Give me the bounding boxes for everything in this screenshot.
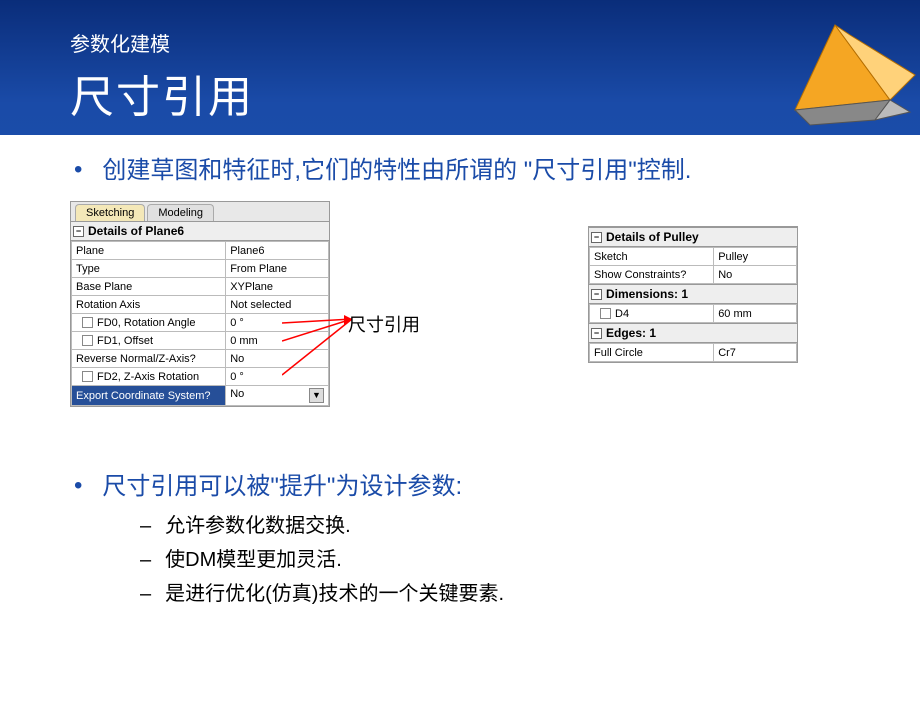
bullet-item: • 尺寸引用可以被"提升"为设计参数: [60, 469, 860, 505]
bullet-text: 创建草图和特征时,它们的特性由所谓的 "尺寸引用"控制. [102, 153, 860, 189]
property-label: FD2, Z-Axis Rotation [72, 368, 226, 386]
property-value[interactable]: 60 mm [714, 305, 797, 323]
property-table: SketchPulleyShow Constraints?No [589, 247, 797, 284]
panel-header[interactable]: − Details of Plane6 [71, 221, 329, 241]
property-label: Type [72, 260, 226, 278]
table-row[interactable]: Export Coordinate System?No▼ [72, 386, 329, 406]
section-header-label: Dimensions: 1 [606, 287, 688, 301]
panel-header[interactable]: − Details of Pulley [589, 227, 797, 247]
property-value[interactable]: No [226, 350, 329, 368]
panel-header-label: Details of Plane6 [88, 224, 184, 238]
property-label: Sketch [590, 248, 714, 266]
slide-subtitle: 参数化建模 [70, 28, 850, 57]
panel-header-label: Details of Pulley [606, 230, 699, 244]
property-value[interactable]: No▼ [226, 386, 329, 406]
table-row[interactable]: D4 60 mm [590, 305, 797, 323]
property-label: FD0, Rotation Angle [72, 314, 226, 332]
bullet-text: 尺寸引用可以被"提升"为设计参数: [102, 469, 860, 505]
property-label: Plane [72, 242, 226, 260]
details-plane6-panel: Sketching Modeling − Details of Plane6 P… [70, 201, 330, 407]
table-row[interactable]: Reverse Normal/Z-Axis?No [72, 350, 329, 368]
table-row[interactable]: SketchPulley [590, 248, 797, 266]
param-checkbox[interactable] [82, 317, 93, 328]
panel-tabs: Sketching Modeling [71, 202, 329, 221]
panels-area: Sketching Modeling − Details of Plane6 P… [60, 201, 860, 441]
collapse-icon[interactable]: − [591, 328, 602, 339]
table-row[interactable]: Rotation AxisNot selected [72, 296, 329, 314]
property-label: D4 [590, 305, 714, 323]
property-value[interactable]: From Plane [226, 260, 329, 278]
property-value[interactable]: Not selected [226, 296, 329, 314]
property-value[interactable]: 0 ° [226, 314, 329, 332]
table-row[interactable]: FD0, Rotation Angle 0 ° [72, 314, 329, 332]
table-row[interactable]: Full CircleCr7 [590, 344, 797, 362]
dropdown-icon[interactable]: ▼ [309, 388, 324, 403]
slide-title: 尺寸引用 [70, 61, 850, 125]
logo-icon [780, 20, 920, 130]
tab-sketching[interactable]: Sketching [75, 204, 145, 221]
section-header-label: Edges: 1 [606, 326, 656, 340]
property-label-text: FD2, Z-Axis Rotation [97, 371, 199, 383]
table-row[interactable]: Show Constraints?No [590, 266, 797, 284]
property-label: Full Circle [590, 344, 714, 362]
collapse-icon[interactable]: − [591, 289, 602, 300]
property-value[interactable]: No [714, 266, 797, 284]
table-row[interactable]: Base PlaneXYPlane [72, 278, 329, 296]
sub-bullet-item: – 是进行优化(仿真)技术的一个关键要素. [140, 579, 860, 609]
collapse-icon[interactable]: − [73, 226, 84, 237]
sub-bullet-text: 使DM模型更加灵活. [165, 545, 342, 575]
property-label: FD1, Offset [72, 332, 226, 350]
property-label: Show Constraints? [590, 266, 714, 284]
sub-bullet-marker: – [140, 511, 151, 541]
property-value[interactable]: 0 ° [226, 368, 329, 386]
table-row[interactable]: PlanePlane6 [72, 242, 329, 260]
property-label: Base Plane [72, 278, 226, 296]
property-value[interactable]: 0 mm [226, 332, 329, 350]
property-value[interactable]: Plane6 [226, 242, 329, 260]
sub-bullet-marker: – [140, 545, 151, 575]
property-value[interactable]: XYPlane [226, 278, 329, 296]
callout-label: 尺寸引用 [348, 311, 420, 337]
table-row[interactable]: TypeFrom Plane [72, 260, 329, 278]
details-pulley-panel: − Details of Pulley SketchPulleyShow Con… [588, 226, 798, 363]
table-row[interactable]: FD1, Offset 0 mm [72, 332, 329, 350]
property-label: Export Coordinate System? [72, 386, 226, 406]
section-header[interactable]: −Edges: 1 [589, 323, 797, 343]
property-label-text: FD0, Rotation Angle [97, 317, 195, 329]
sub-bullet-text: 是进行优化(仿真)技术的一个关键要素. [165, 579, 504, 609]
sub-bullet-item: – 使DM模型更加灵活. [140, 545, 860, 575]
sub-bullet-text: 允许参数化数据交换. [165, 511, 351, 541]
property-value[interactable]: Pulley [714, 248, 797, 266]
section-header[interactable]: −Dimensions: 1 [589, 284, 797, 304]
property-table: Full CircleCr7 [589, 343, 797, 362]
bullet-marker: • [74, 469, 82, 503]
property-label: Rotation Axis [72, 296, 226, 314]
sub-bullet-marker: – [140, 579, 151, 609]
sub-bullet-item: – 允许参数化数据交换. [140, 511, 860, 541]
param-checkbox[interactable] [82, 371, 93, 382]
collapse-icon[interactable]: − [591, 232, 602, 243]
table-row[interactable]: FD2, Z-Axis Rotation 0 ° [72, 368, 329, 386]
property-label-text: D4 [615, 308, 629, 320]
property-table: PlanePlane6TypeFrom PlaneBase PlaneXYPla… [71, 241, 329, 406]
property-table: D4 60 mm [589, 304, 797, 323]
tab-modeling[interactable]: Modeling [147, 204, 214, 221]
property-label-text: FD1, Offset [97, 335, 153, 347]
property-value[interactable]: Cr7 [714, 344, 797, 362]
slide-content: • 创建草图和特征时,它们的特性由所谓的 "尺寸引用"控制. Sketching… [0, 135, 920, 717]
param-checkbox[interactable] [600, 308, 611, 319]
bullet-marker: • [74, 153, 82, 187]
param-checkbox[interactable] [82, 335, 93, 346]
property-label: Reverse Normal/Z-Axis? [72, 350, 226, 368]
bullet-item: • 创建草图和特征时,它们的特性由所谓的 "尺寸引用"控制. [60, 153, 860, 189]
